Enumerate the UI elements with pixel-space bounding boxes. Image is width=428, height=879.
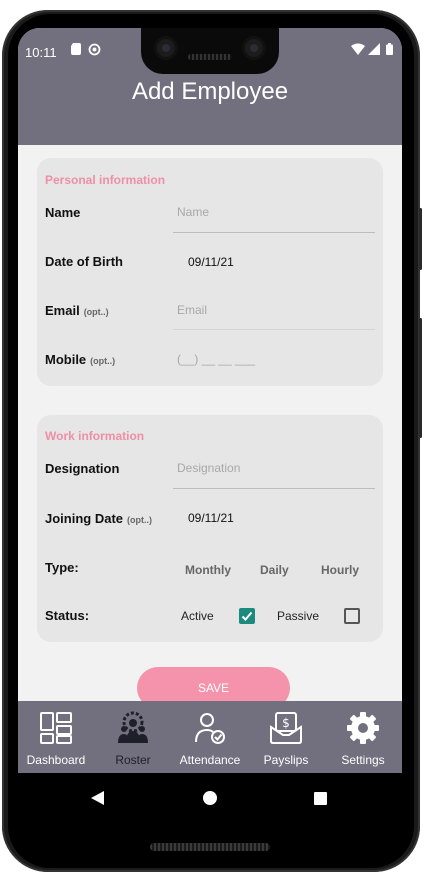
tab-attendance-label: Attendance	[179, 753, 241, 767]
sim-card-icon	[71, 43, 81, 55]
joining-date-field[interactable]: 09/11/21	[188, 511, 234, 525]
payslips-icon: $	[270, 712, 302, 744]
passive-checkbox[interactable]	[344, 608, 360, 624]
tab-payslips[interactable]: $ Payslips	[248, 701, 324, 773]
tab-payslips-label: Payslips	[263, 753, 309, 767]
active-label: Active	[181, 609, 214, 623]
name-label: Name	[45, 205, 81, 220]
mobile-optional-tag: (opt..)	[90, 356, 116, 366]
front-camera-left	[157, 39, 175, 57]
roster-icon	[118, 711, 148, 743]
email-label: Email (opt..)	[45, 303, 109, 318]
email-label-text: Email	[45, 303, 80, 318]
dashboard-icon	[40, 712, 72, 744]
tab-roster-label: Roster	[115, 753, 151, 767]
joining-date-label-text: Joining Date	[45, 511, 124, 526]
email-optional-tag: (opt..)	[83, 307, 109, 317]
tab-settings[interactable]: Settings	[325, 701, 401, 773]
earpiece-speaker	[188, 54, 232, 60]
type-label: Type:	[45, 560, 79, 575]
sync-icon	[88, 43, 101, 56]
wifi-icon	[351, 43, 365, 55]
name-input[interactable]: Name	[173, 205, 375, 233]
personal-info-card: Personal information Name Name Date of B…	[37, 158, 383, 386]
bottom-speaker-grille	[150, 843, 270, 851]
status-label: Status:	[45, 608, 90, 623]
dob-label: Date of Birth	[45, 254, 123, 269]
app-header: 10:11 Add Employee	[18, 28, 402, 145]
checkmark-icon	[241, 611, 253, 621]
type-option-hourly[interactable]: Hourly	[321, 563, 359, 577]
personal-section-title: Personal information	[45, 173, 166, 187]
active-checkbox[interactable]	[239, 608, 255, 624]
work-info-card: Work information Designation Designation…	[37, 415, 383, 642]
joining-date-label: Joining Date (opt..)	[45, 511, 152, 526]
tab-dashboard[interactable]: Dashboard	[18, 701, 94, 773]
recents-icon[interactable]	[314, 792, 327, 805]
designation-input[interactable]: Designation	[173, 461, 375, 489]
power-button	[419, 208, 422, 270]
status-time: 10:11	[25, 45, 57, 60]
tab-settings-label: Settings	[341, 753, 385, 767]
mobile-placeholder: (__) __ __ ___	[177, 352, 256, 366]
attendance-icon	[195, 713, 225, 744]
back-icon[interactable]	[91, 791, 104, 805]
dob-field[interactable]: 09/11/21	[188, 255, 234, 269]
camera-notch	[141, 28, 279, 74]
tab-dashboard-label: Dashboard	[26, 753, 86, 767]
joining-optional-tag: (opt..)	[127, 515, 153, 525]
passive-label: Passive	[277, 609, 320, 623]
battery-icon	[386, 43, 393, 55]
tab-attendance[interactable]: Attendance	[172, 701, 248, 773]
signal-icon	[368, 43, 380, 55]
app-screen: 10:11 Add Employee Personal information …	[18, 28, 402, 822]
mobile-label: Mobile (opt..)	[45, 352, 115, 367]
type-option-daily[interactable]: Daily	[260, 563, 289, 577]
system-nav-bar	[18, 773, 402, 822]
type-option-monthly[interactable]: Monthly	[185, 563, 231, 577]
email-placeholder: Email	[177, 303, 208, 317]
email-input[interactable]: Email	[173, 303, 375, 330]
mobile-input[interactable]: (__) __ __ ___	[173, 352, 375, 370]
svg-text:$: $	[282, 716, 290, 730]
designation-placeholder: Designation	[177, 461, 241, 475]
bottom-tab-bar: Dashboard Roster Attendance $ Payslips S…	[18, 701, 402, 773]
home-icon[interactable]	[203, 791, 217, 805]
page-title: Add Employee	[131, 78, 289, 105]
volume-button	[419, 318, 422, 438]
name-placeholder: Name	[177, 205, 210, 219]
designation-label: Designation	[45, 461, 120, 476]
tab-roster[interactable]: Roster	[95, 701, 171, 773]
work-section-title: Work information	[45, 429, 145, 443]
mobile-label-text: Mobile	[45, 352, 87, 367]
settings-icon	[347, 712, 379, 744]
front-camera-right	[245, 39, 263, 57]
